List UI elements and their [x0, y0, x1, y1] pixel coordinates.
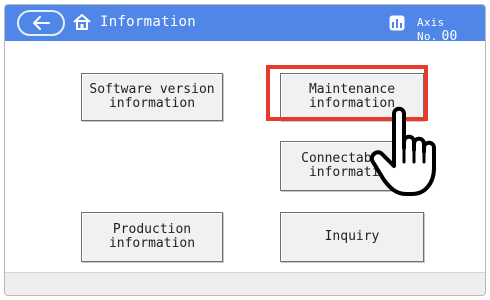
home-icon[interactable] [73, 13, 91, 31]
page-title: Information [100, 14, 197, 30]
software-version-info-button[interactable]: Software version information [81, 73, 223, 121]
axis-icon [389, 15, 405, 31]
production-info-button[interactable]: Production information [81, 212, 223, 262]
back-button[interactable] [17, 10, 65, 36]
axis-number-label: Axis No. 00 [417, 16, 485, 44]
back-arrow-icon [33, 16, 50, 30]
hand-pointer-icon [370, 106, 436, 196]
inquiry-button[interactable]: Inquiry [280, 212, 424, 262]
header-bar: Information Axis No. 00 [5, 5, 485, 44]
footer-bar [5, 272, 485, 295]
